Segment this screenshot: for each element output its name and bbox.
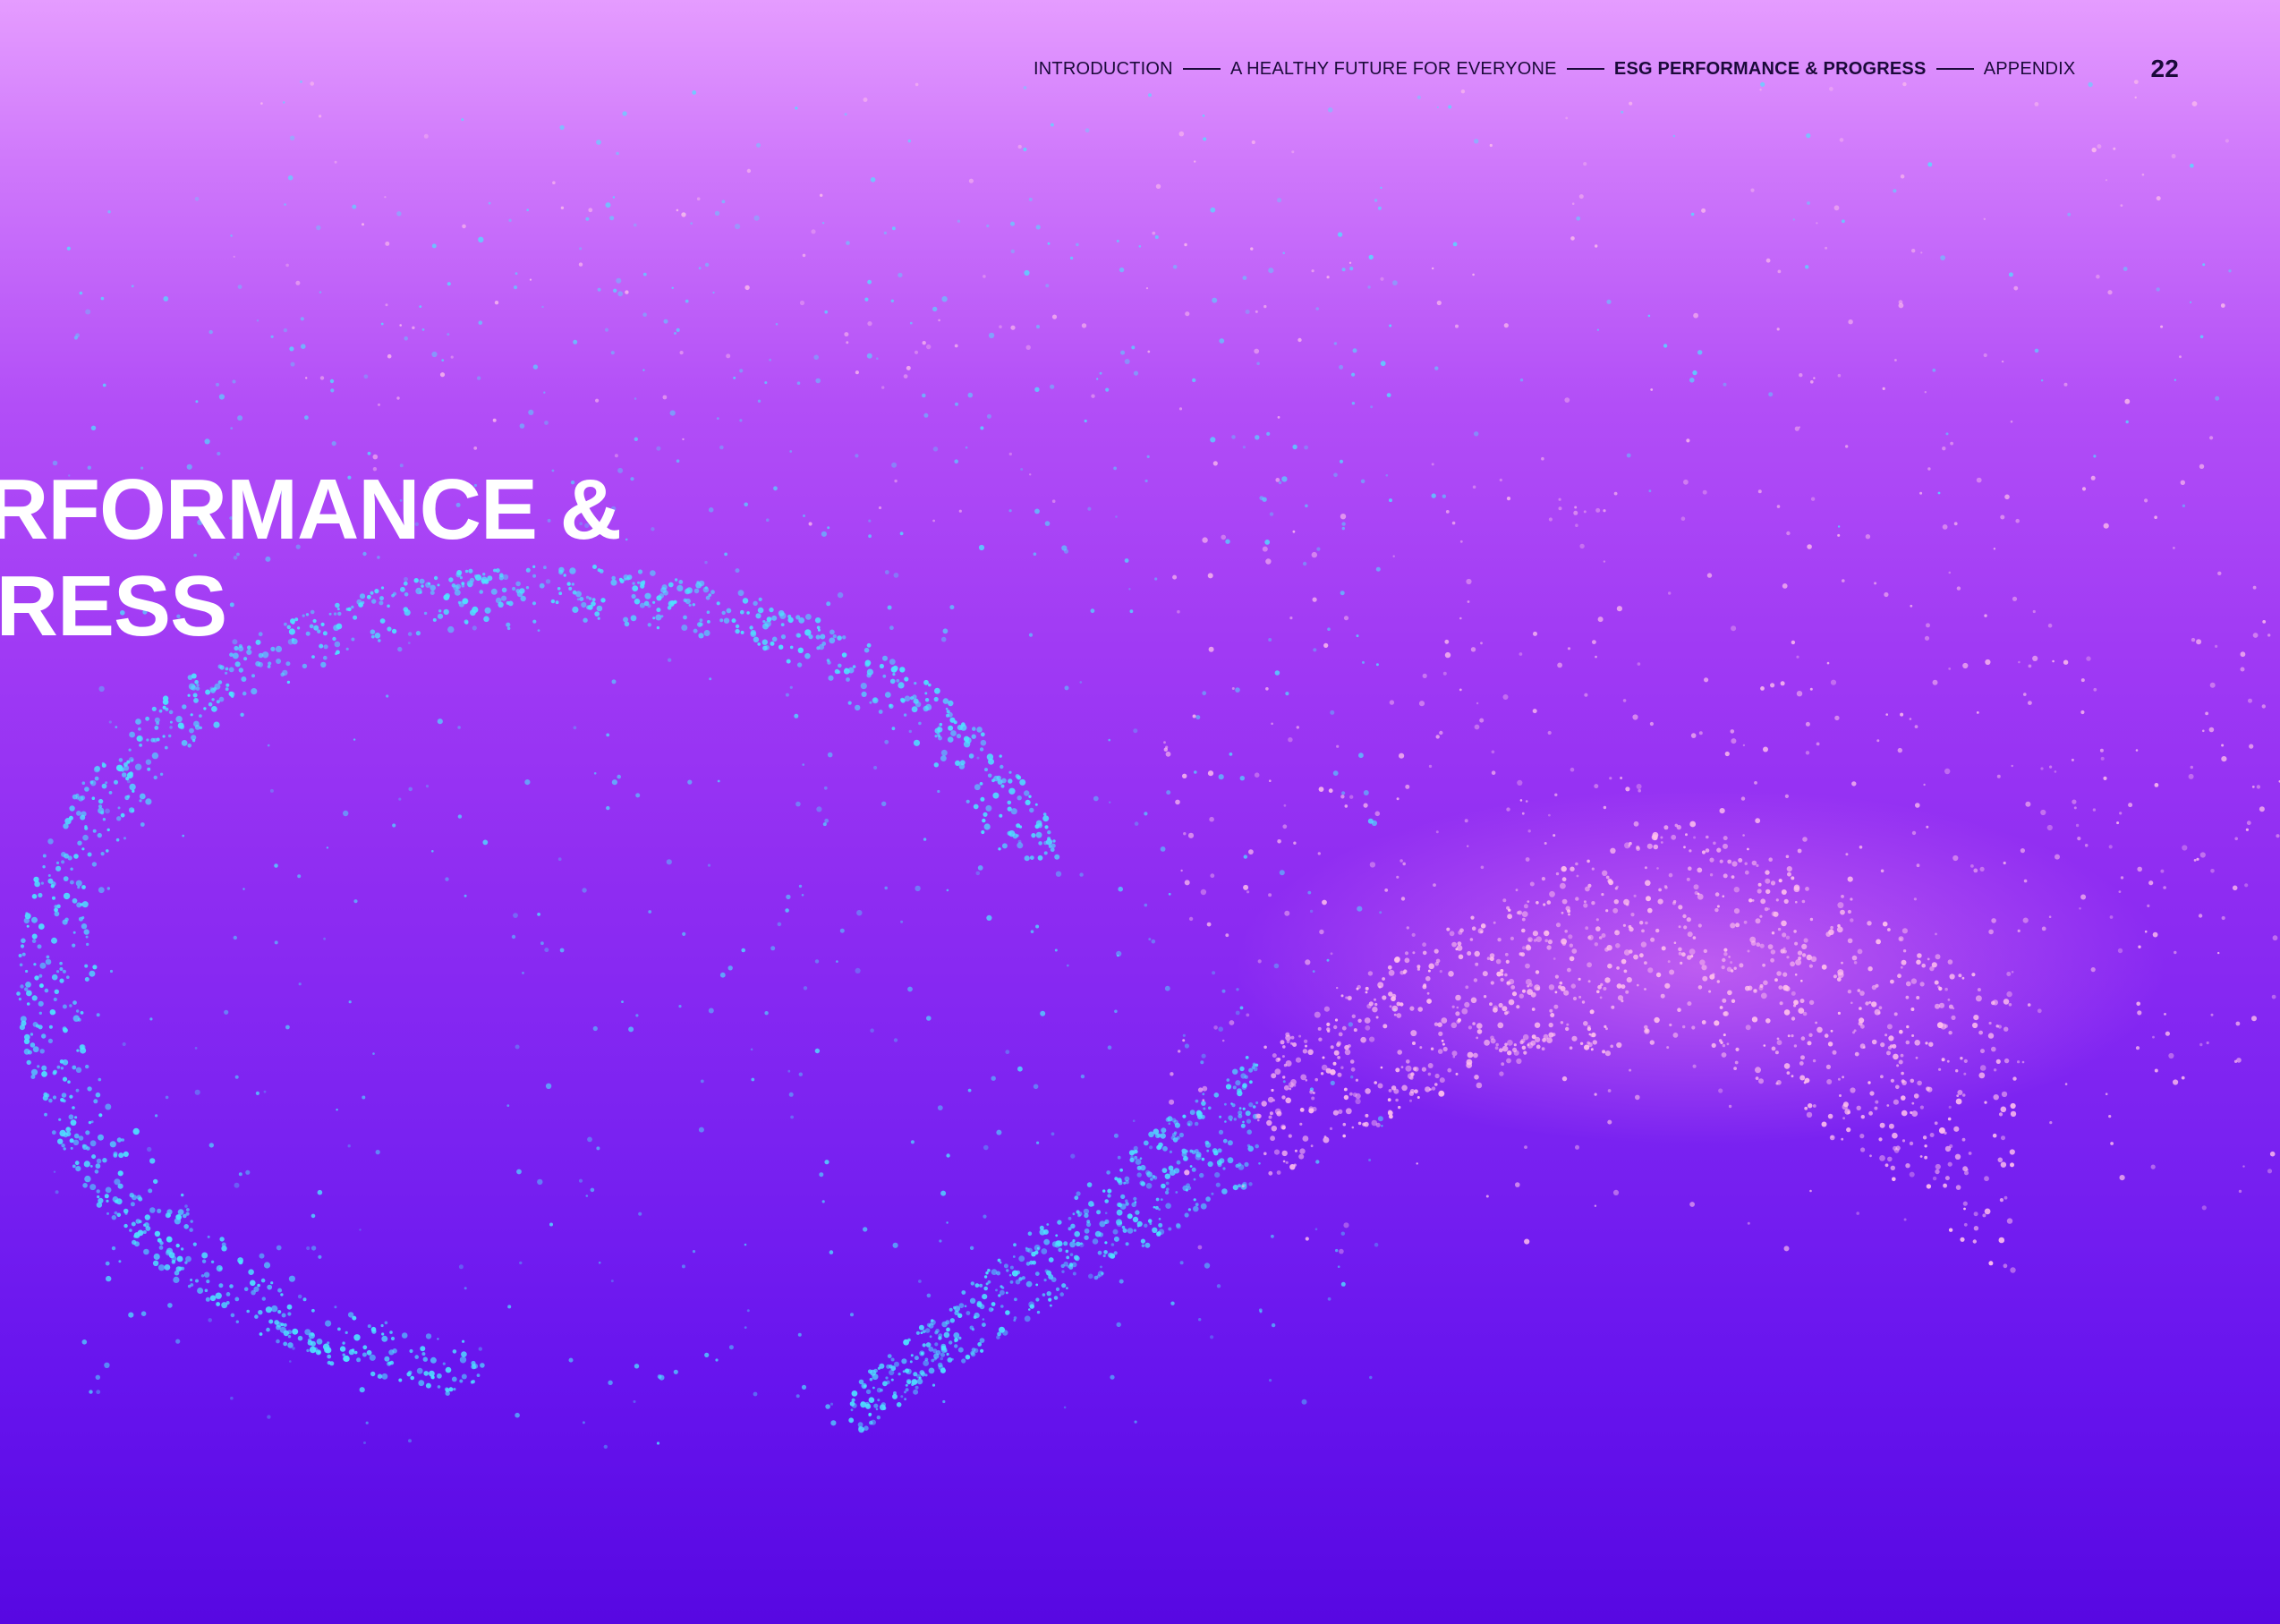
breadcrumb-nav: INTRODUCTION A HEALTHY FUTURE FOR EVERYO… <box>1034 55 2179 82</box>
nav-divider <box>1935 68 1974 70</box>
nav-divider <box>1182 68 1221 70</box>
nav-item-healthy-future[interactable]: A HEALTHY FUTURE FOR EVERYONE <box>1230 59 1557 80</box>
pink-glow <box>1235 787 2165 1145</box>
section-title-line-2: GRESS <box>0 558 227 655</box>
page-number: 22 <box>2150 55 2179 82</box>
nav-item-appendix[interactable]: APPENDIX <box>1984 59 2076 80</box>
section-title-line-1: ERFORMANCE & <box>0 462 622 558</box>
nav-item-esg-performance[interactable]: ESG PERFORMANCE & PROGRESS <box>1614 59 1927 80</box>
particle-wave-artwork <box>16 80 2280 1450</box>
nav-divider <box>1566 68 1604 70</box>
nav-item-introduction[interactable]: INTRODUCTION <box>1034 59 1173 80</box>
section-title: ERFORMANCE & GRESS <box>0 462 622 655</box>
